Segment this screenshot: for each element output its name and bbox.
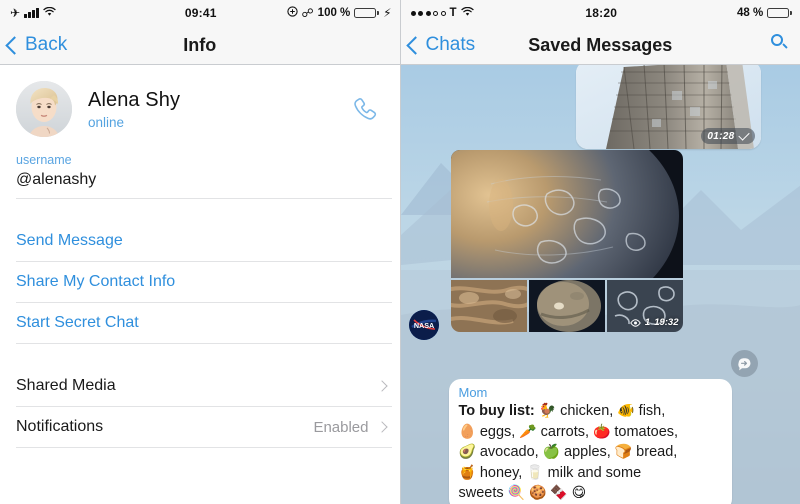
username-field[interactable]: username @alenashy [0, 147, 400, 198]
message-time: 01:28 [707, 130, 735, 142]
settings-list: Shared Media Notifications Enabled [0, 366, 400, 448]
album-thumb-1[interactable] [450, 280, 527, 332]
avatar[interactable] [16, 81, 72, 137]
search-icon [771, 34, 788, 51]
jupiter-planet-photo [450, 150, 683, 278]
username-value: @alenashy [16, 171, 97, 188]
phone-call-icon[interactable] [350, 94, 380, 124]
chevron-left-icon [5, 35, 24, 55]
action-list: Send Message Share My Contact Info Start… [0, 221, 400, 344]
view-count: 1 [644, 317, 651, 328]
chevron-right-icon [375, 421, 388, 433]
chats-back-button[interactable]: Chats [401, 34, 476, 56]
forward-arrow-icon [738, 357, 751, 370]
chevron-left-icon [405, 35, 425, 55]
nasa-avatar[interactable]: NASA [408, 310, 439, 340]
album-thumb-3[interactable]: 1 19:32 [606, 280, 683, 332]
saved-messages-screen: T 18:20 48 % Chats Saved Messages 01:28 … [400, 0, 800, 504]
forward-button[interactable] [730, 350, 758, 377]
send-message-label: Send Message [16, 232, 123, 249]
back-button[interactable]: Back [0, 34, 67, 56]
sent-check-icon [737, 129, 750, 141]
photo-message-skyscraper[interactable]: 01:28 [575, 65, 761, 149]
charging-bolt-icon: ⚡ [383, 6, 392, 20]
notifications-label: Notifications [16, 418, 104, 435]
signal-bars-icon [24, 8, 39, 18]
nasa-logo-icon: NASA [408, 310, 439, 340]
status-time-left: 09:41 [184, 6, 217, 20]
nav-bar-right: Chats Saved Messages [400, 26, 800, 65]
wifi-icon [460, 6, 474, 20]
status-time-right: 18:20 [585, 6, 618, 20]
status-bar-right: T 18:20 48 % [400, 0, 800, 26]
battery-icon [767, 8, 793, 18]
battery-percent-right: 48 % [737, 7, 764, 19]
contact-name: Alena Shy [88, 88, 181, 111]
airplane-mode-icon: ✈ [10, 6, 21, 20]
chats-back-label: Chats [425, 34, 476, 55]
profile-header: Alena Shy online [0, 65, 400, 147]
nav-bar-left: Back Info [0, 26, 400, 65]
battery-percent-left: 100 % [317, 7, 351, 19]
wifi-icon [42, 6, 56, 20]
search-button[interactable] [771, 34, 800, 56]
send-message-button[interactable]: Send Message [0, 221, 400, 261]
message-time-status: 01:28 [701, 128, 755, 144]
message-sender: Mom [458, 385, 488, 400]
back-button-label: Back [25, 34, 68, 55]
notifications-row[interactable]: Notifications Enabled [0, 407, 400, 447]
album-meta: 1 19:32 [630, 317, 679, 328]
battery-icon [354, 8, 380, 18]
eye-icon [630, 318, 641, 327]
shared-media-label: Shared Media [16, 377, 116, 394]
message-list[interactable]: 01:28 NASA 1 19:32 Mom To buy list: 🐓 ch… [400, 65, 800, 504]
share-contact-info-button[interactable]: Share My Contact Info [0, 262, 400, 302]
jupiter-clouds-thumb [450, 280, 527, 332]
user-avatar-photo [16, 81, 72, 137]
location-icon [286, 6, 298, 20]
jupiter-disk-thumb [528, 280, 605, 332]
album-thumb-2[interactable] [528, 280, 605, 332]
photo-album-message[interactable]: 1 19:32 [450, 150, 683, 332]
signal-dots-icon [410, 10, 446, 16]
notifications-value: Enabled [313, 418, 369, 436]
contact-info-screen: ✈ 09:41 ☍ 100 % ⚡ Back Info Alena Shy on… [0, 0, 401, 504]
divider [16, 447, 392, 448]
album-thumb-row: 1 19:32 [450, 280, 683, 332]
bluetooth-icon: ☍ [301, 6, 314, 20]
text-message-bubble[interactable]: Mom To buy list: 🐓 chicken, 🐠 fish, 🥚 eg… [448, 379, 732, 504]
album-time: 19:32 [654, 317, 679, 328]
svg-text:NASA: NASA [413, 321, 433, 330]
status-bar-left: ✈ 09:41 ☍ 100 % ⚡ [0, 0, 400, 26]
start-secret-chat-button[interactable]: Start Secret Chat [0, 303, 400, 343]
start-secret-chat-label: Start Secret Chat [16, 314, 139, 331]
carrier-label: T [449, 7, 457, 19]
dual-phone-screenshot: ✈ 09:41 ☍ 100 % ⚡ Back Info Alena Shy on… [0, 0, 800, 504]
username-label: username [16, 153, 72, 167]
share-contact-info-label: Share My Contact Info [16, 273, 176, 290]
contact-status: online [88, 114, 125, 130]
chevron-right-icon [375, 380, 388, 392]
message-text: To buy list: 🐓 chicken, 🐠 fish, 🥚 eggs, … [458, 402, 679, 502]
shared-media-row[interactable]: Shared Media [0, 366, 400, 406]
